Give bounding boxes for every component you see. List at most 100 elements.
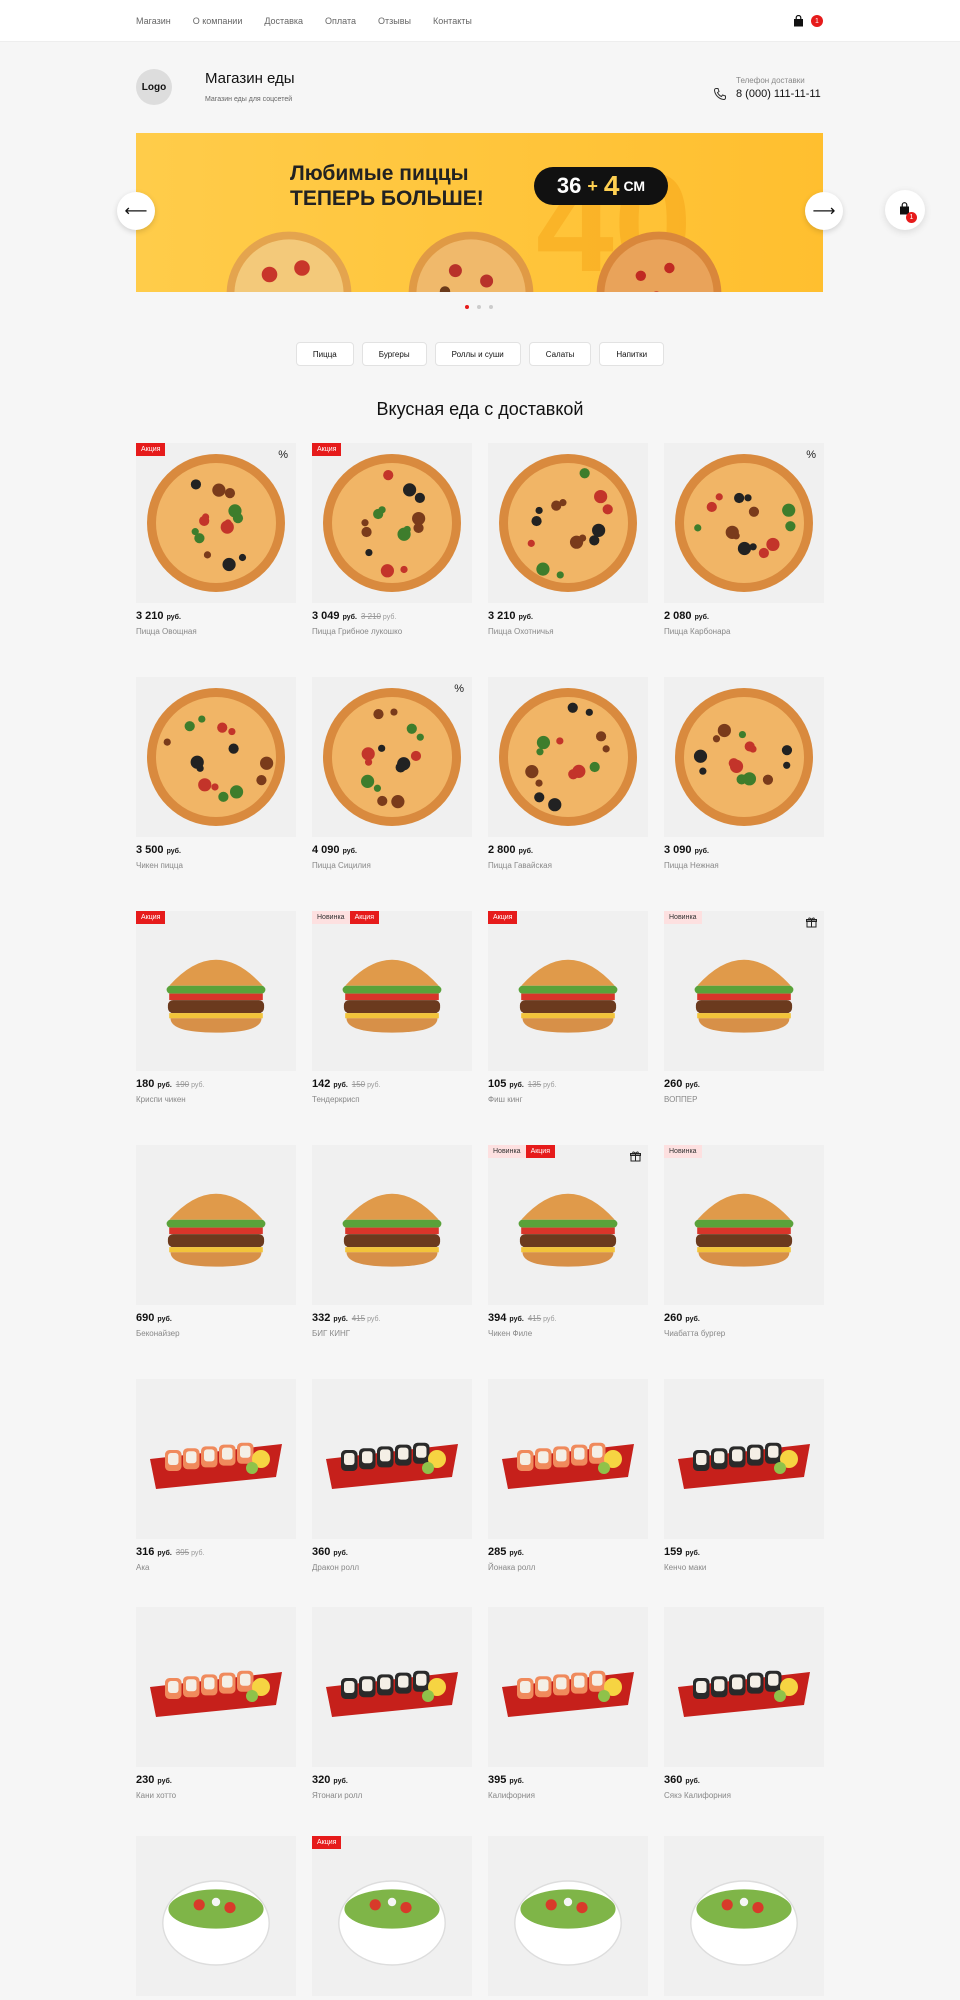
product-image[interactable] [488, 1607, 648, 1767]
product-name[interactable]: Дракон ролл [312, 1563, 359, 1572]
product-card[interactable]: % 2 080 руб. Пицца Карбонара [664, 443, 824, 636]
phone-number[interactable]: 8 (000) 111-11-11 [736, 88, 821, 100]
product-name[interactable]: Сякэ Калифорния [664, 1791, 731, 1800]
product-name[interactable]: ВОППЕР [664, 1095, 697, 1104]
product-card[interactable]: 316 руб. 395 руб. Ака [136, 1379, 296, 1572]
product-image[interactable] [664, 677, 824, 837]
product-name[interactable]: Пицца Овощная [136, 627, 197, 636]
nav-link-contacts[interactable]: Контакты [433, 16, 472, 26]
product-name[interactable]: Пицца Охотничья [488, 627, 554, 636]
category-drinks[interactable]: Напитки [599, 342, 665, 366]
nav-link-payment[interactable]: Оплата [325, 16, 356, 26]
header-cart-button[interactable]: 1 [793, 13, 825, 29]
category-pizza[interactable]: Пицца [295, 342, 354, 366]
product-image[interactable]: Акция [136, 911, 296, 1071]
product-image[interactable] [312, 1145, 472, 1305]
product-card[interactable]: 690 руб. Беконайзер [136, 1145, 296, 1338]
product-name[interactable]: Кенчо маки [664, 1563, 706, 1572]
product-image[interactable]: Новинка Акция [312, 911, 472, 1071]
nav-link-about[interactable]: О компании [193, 16, 243, 26]
product-card[interactable]: 159 руб. Кенчо маки [664, 1379, 824, 1572]
product-name[interactable]: Кани хотто [136, 1791, 176, 1800]
product-image[interactable] [136, 1145, 296, 1305]
product-image[interactable] [488, 1836, 648, 1996]
product-name[interactable]: Криспи чикен [136, 1095, 186, 1104]
product-name[interactable]: Пицца Нежная [664, 861, 719, 870]
category-burgers[interactable]: Бургеры [361, 342, 427, 366]
nav-link-delivery[interactable]: Доставка [264, 16, 303, 26]
product-image[interactable] [136, 1379, 296, 1539]
product-name[interactable]: Пицца Карбонара [664, 627, 730, 636]
nav-link-reviews[interactable]: Отзывы [378, 16, 411, 26]
product-card[interactable]: 320 руб. Ятонаги ролл [312, 1607, 472, 1800]
product-image[interactable]: Акция [312, 1836, 472, 1996]
banner-dot[interactable] [465, 305, 469, 309]
product-name[interactable]: Чикен Филе [488, 1329, 532, 1338]
product-card[interactable]: 3 500 руб. Чикен пицца [136, 677, 296, 870]
category-rolls-sushi[interactable]: Роллы и суши [434, 342, 521, 366]
product-name[interactable]: Чикен пицца [136, 861, 183, 870]
product-card[interactable]: % 4 090 руб. Пицца Сицилия [312, 677, 472, 870]
product-card[interactable]: 285 руб. Йонака ролл [488, 1379, 648, 1572]
logo[interactable]: Logo [136, 69, 172, 105]
product-name[interactable]: Фиш кинг [488, 1095, 523, 1104]
product-name[interactable]: Пицца Сицилия [312, 861, 371, 870]
product-name[interactable]: Чиабатта бургер [664, 1329, 725, 1338]
product-card[interactable]: 360 руб. Сякэ Калифорния [664, 1607, 824, 1800]
product-image[interactable] [136, 1836, 296, 1996]
product-image[interactable]: Акция% [136, 443, 296, 603]
product-card[interactable]: 3 090 руб. Пицца Нежная [664, 677, 824, 870]
product-card[interactable] [136, 1836, 296, 1996]
product-image[interactable]: Новинка [664, 1145, 824, 1305]
product-card[interactable]: Акция 105 руб. 135 руб. Фиш кинг [488, 911, 648, 1104]
product-image[interactable] [312, 1379, 472, 1539]
product-image[interactable] [664, 1607, 824, 1767]
floating-cart-button[interactable]: 1 [885, 190, 925, 230]
product-card[interactable]: 3 210 руб. Пицца Охотничья [488, 443, 648, 636]
product-name[interactable]: БИГ КИНГ [312, 1329, 350, 1338]
product-name[interactable]: Пицца Гавайская [488, 861, 552, 870]
category-salads[interactable]: Салаты [528, 342, 592, 366]
product-name[interactable]: Ятонаги ролл [312, 1791, 362, 1800]
product-image[interactable]: Новинка Акция [488, 1145, 648, 1305]
product-image[interactable]: Акция [312, 443, 472, 603]
product-card[interactable]: Новинка Акция 142 руб. 150 руб. Тендеркрисп [312, 911, 472, 1104]
product-card[interactable]: Акция% 3 210 руб. Пицца Овощная [136, 443, 296, 636]
product-name[interactable]: Пицца Грибное лукошко [312, 627, 402, 636]
product-card[interactable]: Акция 3 049 руб. 3 210 руб. Пицца Грибное л… [312, 443, 472, 636]
banner-prev-button[interactable]: ⟵ [117, 192, 155, 230]
product-card[interactable]: 230 руб. Кани хотто [136, 1607, 296, 1800]
product-image[interactable] [136, 677, 296, 837]
product-card[interactable] [488, 1836, 648, 1996]
product-card[interactable]: 2 800 руб. Пицца Гавайская [488, 677, 648, 870]
product-image[interactable]: % [664, 443, 824, 603]
product-card[interactable]: Акция [312, 1836, 472, 1996]
product-card[interactable]: 332 руб. 415 руб. БИГ КИНГ [312, 1145, 472, 1338]
product-name[interactable]: Калифорния [488, 1791, 535, 1800]
product-image[interactable] [664, 1379, 824, 1539]
product-image[interactable] [488, 443, 648, 603]
promo-banner[interactable]: 40 Любимые пиццы ТЕПЕРЬ БОЛЬШЕ! 36 + 4 С… [136, 133, 823, 292]
product-card[interactable]: Новинка 260 руб. ВОППЕР [664, 911, 824, 1104]
product-image[interactable] [488, 677, 648, 837]
product-image[interactable]: Акция [488, 911, 648, 1071]
product-name[interactable]: Ака [136, 1563, 149, 1572]
product-name[interactable]: Йонака ролл [488, 1563, 535, 1572]
product-card[interactable]: 395 руб. Калифорния [488, 1607, 648, 1800]
product-image[interactable]: % [312, 677, 472, 837]
product-card[interactable]: Новинка 260 руб. Чиабатта бургер [664, 1145, 824, 1338]
product-image[interactable] [488, 1379, 648, 1539]
product-image[interactable]: Новинка [664, 911, 824, 1071]
product-card[interactable]: 360 руб. Дракон ролл [312, 1379, 472, 1572]
banner-dot[interactable] [477, 305, 481, 309]
product-card[interactable]: Новинка Акция 394 руб. 415 руб. Чикен Филе [488, 1145, 648, 1338]
nav-link-shop[interactable]: Магазин [136, 16, 171, 26]
product-name[interactable]: Тендеркрисп [312, 1095, 360, 1104]
product-card[interactable] [664, 1836, 824, 1996]
product-card[interactable]: Акция 180 руб. 190 руб. Криспи чикен [136, 911, 296, 1104]
product-image[interactable] [664, 1836, 824, 1996]
product-image[interactable] [312, 1607, 472, 1767]
banner-next-button[interactable]: ⟶ [805, 192, 843, 230]
product-image[interactable] [136, 1607, 296, 1767]
banner-dot[interactable] [489, 305, 493, 309]
